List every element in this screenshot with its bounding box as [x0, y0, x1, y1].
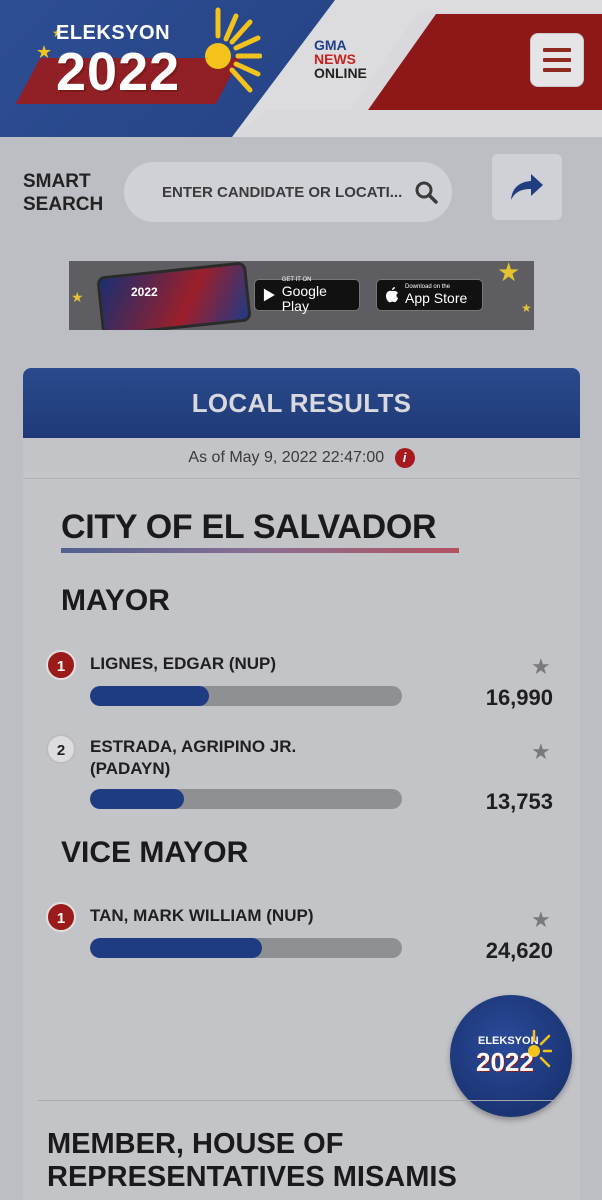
vote-bar-fill: [90, 938, 262, 958]
news-text: NEWS: [314, 51, 356, 67]
sun-icon: [205, 7, 262, 93]
phone-logo-text: 2022: [131, 285, 158, 299]
star-icon[interactable]: ★: [531, 739, 551, 765]
star-icon[interactable]: ★: [531, 907, 551, 933]
apple-icon: [386, 287, 398, 303]
rank-badge: 1: [46, 650, 76, 680]
star-icon[interactable]: ★: [531, 654, 551, 680]
logo-year-text: 2022: [56, 42, 181, 102]
position-title-vice-mayor: VICE MAYOR: [61, 836, 249, 869]
star-icon: ★: [36, 42, 53, 62]
vote-bar-fill: [90, 686, 209, 706]
city-title: CITY OF EL SALVADOR: [61, 508, 437, 546]
vote-count: 13,753: [485, 789, 553, 814]
google-play-button[interactable]: GET IT ON Google Play: [254, 277, 360, 313]
candidate-name: LIGNES, EDGAR (NUP): [90, 654, 277, 673]
play-icon: [263, 288, 275, 302]
vote-count: 24,620: [485, 938, 553, 963]
search-icon[interactable]: [414, 180, 438, 204]
info-icon[interactable]: i: [394, 448, 415, 468]
rank-badge: 2: [46, 734, 76, 764]
position-title-house-representative: MEMBER, HOUSE OF REPRESENTATIVES MISAMIS: [47, 1128, 457, 1193]
phone-graphic: [96, 261, 252, 330]
menu-button[interactable]: [530, 33, 584, 87]
vote-bar: [90, 938, 402, 958]
hamburger-icon: [543, 48, 571, 52]
sun-icon: [528, 1029, 552, 1068]
vote-bar: [90, 789, 402, 809]
position-title-mayor: MAYOR: [61, 584, 170, 617]
share-button[interactable]: [492, 154, 562, 220]
eleksyon-fab-button[interactable]: ELEKSYON 2022: [450, 995, 572, 1117]
search-box[interactable]: [124, 162, 452, 222]
share-arrow-icon: [511, 174, 543, 200]
app-download-banner[interactable]: ★ ★ ★ 2022 GET IT ON Google Play Downloa…: [69, 261, 534, 330]
vote-bar-fill: [90, 789, 184, 809]
app-store-button[interactable]: Download on the App Store: [376, 279, 483, 311]
star-icon: ★: [71, 289, 84, 305]
section-divider: [38, 1100, 556, 1101]
local-results-header: LOCAL RESULTS: [23, 368, 580, 438]
rank-badge: 1: [46, 902, 76, 932]
site-header: ★ ★ ELEKSYON 2022 GMA NEWS ONLINE: [0, 0, 602, 137]
gma-text: GMA: [314, 37, 347, 53]
smart-search-label: SMART SEARCH: [23, 171, 104, 215]
star-icon: ★: [497, 261, 521, 287]
vote-count: 16,990: [485, 685, 553, 710]
vote-bar: [90, 686, 402, 706]
search-input[interactable]: [162, 162, 402, 222]
city-underline: [61, 548, 459, 553]
gma-news-online-logo[interactable]: GMA NEWS ONLINE: [314, 38, 367, 80]
as-of-timestamp: As of May 9, 2022 22:47:00 i: [23, 448, 580, 468]
candidate-name: TAN, MARK WILLIAM (NUP): [90, 906, 314, 925]
online-text: ONLINE: [314, 65, 367, 81]
divider: [23, 478, 580, 479]
star-icon: ★: [521, 301, 532, 315]
candidate-name: ESTRADA, AGRIPINO JR. (PADAYN): [90, 737, 297, 778]
